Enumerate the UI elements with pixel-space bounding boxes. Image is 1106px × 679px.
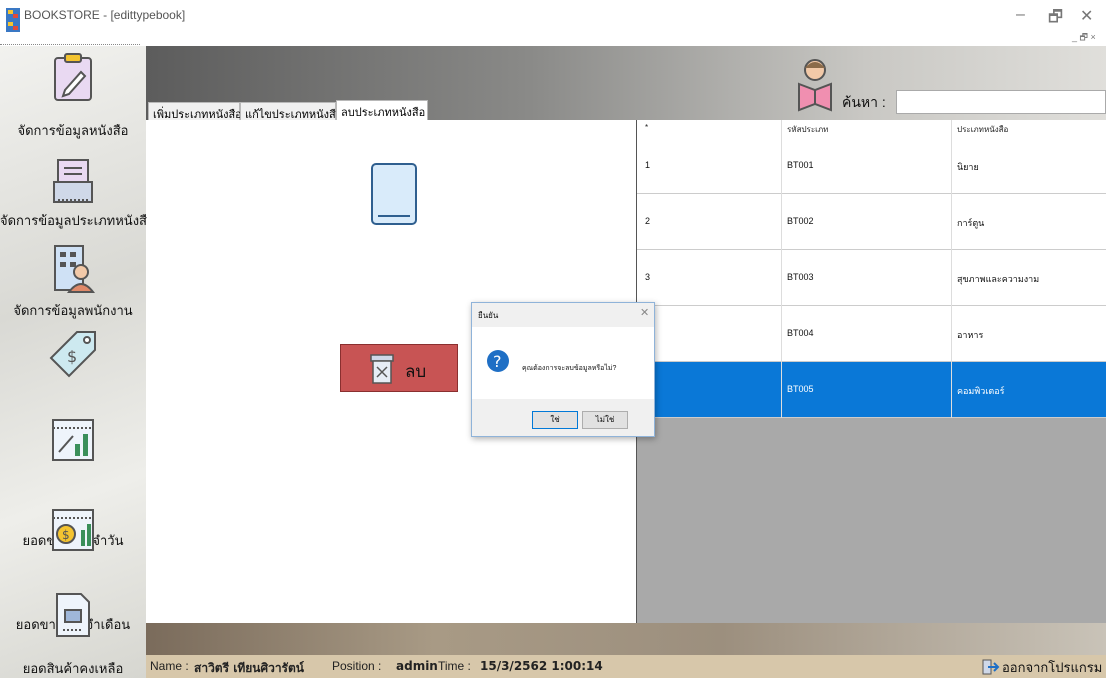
dialog-title: ยืนยัน [478,311,499,320]
table-row[interactable]: 1 BT001 นิยาย [637,138,1106,194]
reader-icon [798,59,832,112]
edit-book-icon [54,53,92,101]
cell-name: อาหาร [957,330,984,340]
svg-text:$: $ [67,347,77,366]
position-label: Position : [332,659,382,673]
sidebar-item-label: จัดการข้อมูลหนังสือ [17,123,129,138]
cell-name: การ์ตูน [957,218,985,228]
cell-name: สุขภาพและความงาม [957,274,1040,284]
time-value: 15/3/2562 1:00:14 [480,659,603,673]
sidebar-item-label: ยอดสินค้าคงเหลือ [22,661,124,676]
name-label: Name : [150,659,189,673]
sidebar-item-label: จัดการข้อมูลประเภทหนังสือ [0,213,155,228]
minimize-button[interactable]: – [1016,6,1025,24]
exit-arrow-icon [982,659,1000,675]
no-button[interactable]: ไม่ใช่ [582,411,628,429]
exit-label: ออกจากโปรแกรม [1002,660,1103,675]
table-row[interactable]: BT004 อาหาร [637,306,1106,362]
trash-icon [370,354,394,384]
cell-name: นิยาย [957,162,979,172]
table-row[interactable]: 3 BT003 สุขภาพและความงาม [637,250,1106,306]
dialog-close-icon[interactable]: ✕ [640,306,649,319]
sidebar-item-inventory[interactable]: ยอดสินค้าคงเหลือ [0,590,146,678]
header-type-name[interactable]: ประเภทหนังสือ [957,123,1008,136]
cell-code: BT005 [787,384,814,394]
menu-separator [0,44,140,45]
book-icon [371,163,417,225]
window-title: BOOKSTORE - [edittypebook] [24,8,186,22]
restore-button[interactable]: 🗗 [1048,6,1063,33]
position-value: admin [396,659,438,673]
bottom-banner [146,623,1106,655]
mdi-window-controls[interactable]: _ 🗗 × [1072,30,1096,46]
sidebar-item-employees[interactable]: จัดการข้อมูลพนักงาน [0,236,146,326]
cell-name: คอมพิวเตอร์ [957,386,1005,396]
sidebar-item-books[interactable]: จัดการข้อมูลหนังสือ [0,46,146,154]
employee-building-icon [54,245,95,293]
svg-text:?: ? [493,352,502,371]
sidebar: จัดการข้อมูลหนังสือ จัดการข้อมูลประเภทหน… [0,46,155,678]
header-index[interactable]: * [645,123,648,132]
time-label: Time : [438,659,471,673]
cell-index: 3 [645,272,651,282]
cell-index: 2 [645,216,651,226]
table-row[interactable]: 2 BT002 การ์ตูน [637,194,1106,250]
inbox-tray-icon [53,159,93,203]
cell-index: 1 [645,160,651,170]
cell-code: BT003 [787,272,814,282]
tab-add-type[interactable]: เพิ่มประเภทหนังสือ [148,102,242,121]
yes-button[interactable]: ใช่ [532,411,578,429]
status-bar: Name : สาวิตรี เทียนศิวารัตน์ Position :… [146,655,1106,678]
search-label: ค้นหา : [842,94,886,110]
monthly-money-chart-icon: $ [52,509,94,551]
tab-edit-type[interactable]: แก้ไขประเภทหนังสือ [240,102,342,121]
column-divider [781,120,782,418]
delete-button[interactable]: ลบ [340,344,458,392]
app-icon [6,8,20,20]
svg-text:$: $ [62,528,70,542]
title-bar: BOOKSTORE - [edittypebook] – 🗗 ✕ _ 🗗 × [0,0,1106,42]
sidebar-item-book-types[interactable]: จัดการข้อมูลประเภทหนังสือ [0,146,155,236]
sidebar-item-daily-sales[interactable]: ยอดขายประจำวัน [0,410,146,548]
column-divider [951,120,952,418]
cell-code: BT002 [787,216,814,226]
book-type-grid[interactable]: * รหัสประเภท ประเภทหนังสือ 1 BT001 นิยาย… [636,120,1106,623]
daily-chart-icon [52,419,94,461]
sidebar-item-sales[interactable]: $ ขาย [0,326,146,454]
tab-delete-type[interactable]: ลบประเภทหนังสือ [336,100,428,120]
close-button[interactable]: ✕ [1080,6,1093,26]
name-value: สาวิตรี เทียนศิวารัตน์ [194,661,304,675]
table-row-selected[interactable]: BT005 คอมพิวเตอร์ [637,362,1106,418]
question-icon: ? [487,350,509,372]
mdi-child-icon[interactable] [6,20,20,32]
inventory-document-icon [56,593,90,637]
dialog-body: ? คุณต้องการจะลบข้อมูลหรือไม่? [472,327,654,399]
confirm-dialog: ยืนยัน ✕ ? คุณต้องการจะลบข้อมูลหรือไม่? … [471,302,655,437]
price-tag-icon: $ [49,331,96,378]
search-input[interactable] [896,90,1106,114]
delete-button-label: ลบ [405,362,427,381]
cell-code: BT001 [787,160,814,170]
sidebar-item-monthly-sales[interactable]: $ ยอดขายประจำเดือน [0,500,146,632]
header-type-code[interactable]: รหัสประเภท [787,123,828,136]
dialog-message: คุณต้องการจะลบข้อมูลหรือไม่? [522,365,617,372]
sidebar-item-label: จัดการข้อมูลพนักงาน [13,303,133,318]
grid-header: * รหัสประเภท ประเภทหนังสือ [637,120,1106,139]
cell-code: BT004 [787,328,814,338]
